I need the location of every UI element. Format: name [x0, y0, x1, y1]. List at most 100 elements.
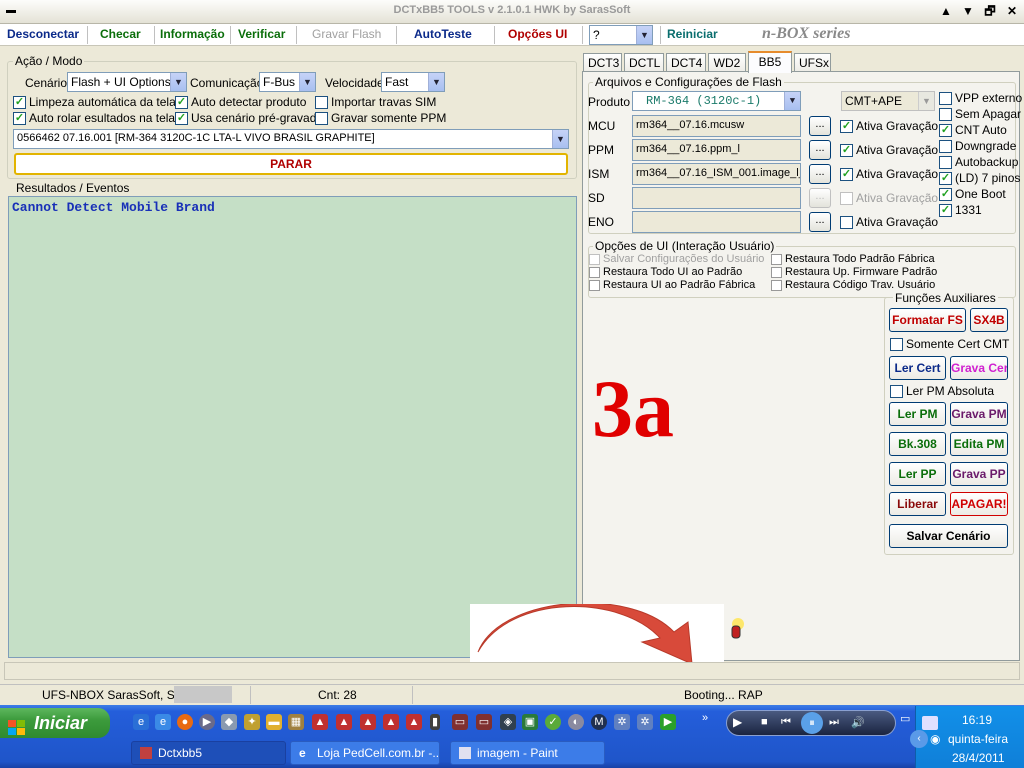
app-red-icon[interactable]: ▲ [312, 714, 328, 730]
autoteste-button[interactable]: AutoTeste [414, 27, 472, 41]
tab-dct3[interactable]: DCT3 [583, 53, 622, 72]
chevron-right-icon[interactable]: » [702, 712, 708, 724]
mcu-file-field[interactable]: rm364__07.16.mcusw [632, 115, 801, 137]
restaura-todo-fabrica-checkbox[interactable]: Restaura Todo Padrão Fábrica [771, 253, 935, 265]
sound-tray-icon[interactable]: ◉ [930, 732, 940, 746]
gear-icon-2[interactable]: ✲ [637, 714, 653, 730]
ler-cert-button[interactable]: Ler Cert [889, 356, 946, 380]
restaura-up-firmware-checkbox[interactable]: Restaura Up. Firmware Padrão [771, 266, 937, 278]
stop-icon[interactable]: ■ [761, 716, 768, 728]
volume-icon[interactable]: 🔊 [851, 716, 865, 729]
sd-browse-button[interactable]: ... [809, 188, 831, 208]
cnt-auto-checkbox[interactable]: ✓ CNT Auto [939, 123, 1007, 137]
app-red-icon-4[interactable]: ▲ [383, 714, 399, 730]
vpp-externo-checkbox[interactable]: VPP externo [939, 91, 1022, 105]
ppm-browse-button[interactable]: ... [809, 140, 831, 160]
auto-detectar-checkbox[interactable]: ✓ Auto detectar produto [175, 95, 306, 109]
media-restore-icon[interactable]: ▭ [900, 712, 910, 725]
ppm-ativa-checkbox[interactable]: ✓ Ativa Gravação [840, 143, 938, 157]
sd-ativa-checkbox[interactable]: Ativa Gravação [840, 191, 938, 205]
disc-icon[interactable]: ◐ [568, 714, 584, 730]
informacao-button[interactable]: Informação [160, 27, 225, 41]
help-select[interactable]: ? ▼ [589, 25, 653, 45]
grava-pm-button[interactable]: Grava PM [950, 402, 1008, 426]
ler-pm-button[interactable]: Ler PM [889, 402, 946, 426]
monitor-icon[interactable]: ▭ [452, 714, 468, 730]
app-icon[interactable]: ◆ [221, 714, 237, 730]
checar-button[interactable]: Checar [100, 27, 141, 41]
network-tray-icon[interactable] [922, 716, 938, 730]
tool-icon[interactable]: ✦ [244, 714, 260, 730]
app-red-icon-2[interactable]: ▲ [336, 714, 352, 730]
usa-cenario-checkbox[interactable]: ✓ Usa cenário pré-gravado [175, 111, 323, 125]
salvar-config-checkbox[interactable]: Salvar Configurações do Usuário [589, 253, 764, 265]
minimize-icon[interactable]: ▲ [938, 3, 954, 19]
app-red-icon-3[interactable]: ▲ [360, 714, 376, 730]
downgrade-checkbox[interactable]: Downgrade [939, 139, 1016, 153]
folder-icon[interactable]: ▬ [266, 714, 282, 730]
cenario-select[interactable]: Flash + UI Options ▼ [67, 72, 187, 92]
tab-ufsx[interactable]: UFSx [794, 53, 831, 72]
taskbar-item-browser[interactable]: e Loja PedCell.com.br -... [290, 741, 440, 765]
comunicacao-select[interactable]: F-Bus ▼ [259, 72, 316, 92]
archive-icon[interactable]: ▦ [288, 714, 304, 730]
ism-browse-button[interactable]: ... [809, 164, 831, 184]
ism-file-field[interactable]: rm364__07.16_ISM_001.image_l_ [632, 163, 801, 185]
play-icon[interactable]: ▶ [733, 715, 742, 729]
media-player-toolbar[interactable]: ▶ ■ ⏮ ⏸ ⏭ 🔊 [726, 710, 896, 736]
salvar-cenario-button[interactable]: Salvar Cenário [889, 524, 1008, 548]
product-select[interactable]: 0566462 07.16.001 [RM-364 3120C-1C LTA-L… [13, 129, 569, 149]
sx4b-button[interactable]: SX4B [970, 308, 1008, 332]
firefox-icon[interactable]: ● [177, 714, 193, 730]
ppm-file-field[interactable]: rm364__07.16.ppm_l [632, 139, 801, 161]
tab-bb5[interactable]: BB5 [748, 51, 792, 73]
ism-ativa-checkbox[interactable]: ✓ Ativa Gravação [840, 167, 938, 181]
ie-alt-icon[interactable]: e [155, 714, 171, 730]
next-icon[interactable]: ⏭ [829, 716, 839, 729]
gravar-ppm-checkbox[interactable]: Gravar somente PPM [315, 111, 446, 125]
opcoes-ui-button[interactable]: Opções UI [508, 27, 567, 41]
sem-apagar-checkbox[interactable]: Sem Apagar [939, 107, 1021, 121]
close-icon[interactable]: ✕ [1004, 3, 1020, 19]
grava-pp-button[interactable]: Grava PP [950, 462, 1008, 486]
clock-time[interactable]: 16:19 [962, 713, 992, 727]
bk308-button[interactable]: Bk.308 [889, 432, 946, 456]
phone-icon[interactable]: ▮ [430, 714, 440, 730]
restaura-codigo-trav-checkbox[interactable]: Restaura Código Trav. Usuário [771, 279, 935, 291]
edita-pm-button[interactable]: Edita PM [950, 432, 1008, 456]
pause-icon[interactable]: ⏸ [801, 712, 823, 734]
mcu-browse-button[interactable]: ... [809, 116, 831, 136]
taskbar-item-dctxbb5[interactable]: Dctxbb5 [131, 741, 286, 765]
tab-wd2[interactable]: WD2 [708, 53, 746, 72]
gravar-flash-button[interactable]: Gravar Flash [312, 27, 381, 41]
grava-cert-button[interactable]: Grava Cert [950, 356, 1008, 380]
desconectar-button[interactable]: Desconectar [7, 27, 79, 41]
velocidade-select[interactable]: Fast ▼ [381, 72, 445, 92]
reiniciar-button[interactable]: Reiniciar [667, 27, 718, 41]
produto-select[interactable]: RM-364 (3120c-1) ▼ [632, 91, 801, 111]
eno-file-field[interactable] [632, 211, 801, 233]
1331-checkbox[interactable]: ✓ 1331 [939, 203, 982, 217]
limpeza-checkbox[interactable]: ✓ Limpeza automática da tela [13, 95, 176, 109]
auto-rolar-checkbox[interactable]: ✓ Auto rolar esultados na tela [13, 111, 175, 125]
show-hidden-icons-icon[interactable]: ‹ [910, 730, 928, 748]
app-red-icon-5[interactable]: ▲ [406, 714, 422, 730]
maximize-icon[interactable]: 🗗 [982, 3, 998, 19]
eno-ativa-checkbox[interactable]: Ativa Gravação [840, 215, 938, 229]
chip-icon[interactable]: ◈ [500, 714, 516, 730]
previous-icon[interactable]: ⏮ [781, 716, 791, 729]
apagar-button[interactable]: APAGAR! [950, 492, 1008, 516]
eno-browse-button[interactable]: ... [809, 212, 831, 232]
start-button[interactable]: Iniciar [0, 708, 110, 738]
network-icon[interactable]: ▣ [522, 714, 538, 730]
tab-dctl[interactable]: DCTL [624, 53, 664, 72]
monitor-icon-2[interactable]: ▭ [476, 714, 492, 730]
taskbar-item-paint[interactable]: imagem - Paint [450, 741, 605, 765]
ld-7-pinos-checkbox[interactable]: ✓ (LD) 7 pinos [939, 171, 1020, 185]
motorola-icon[interactable]: M [591, 714, 607, 730]
cmt-select[interactable]: CMT+APE ▼ [841, 91, 935, 111]
restore-down-icon[interactable]: ▼ [960, 3, 976, 19]
mcu-ativa-checkbox[interactable]: ✓ Ativa Gravação [840, 119, 938, 133]
somente-cert-checkbox[interactable]: Somente Cert CMT [890, 337, 1009, 351]
autobackup-checkbox[interactable]: Autobackup [939, 155, 1018, 169]
